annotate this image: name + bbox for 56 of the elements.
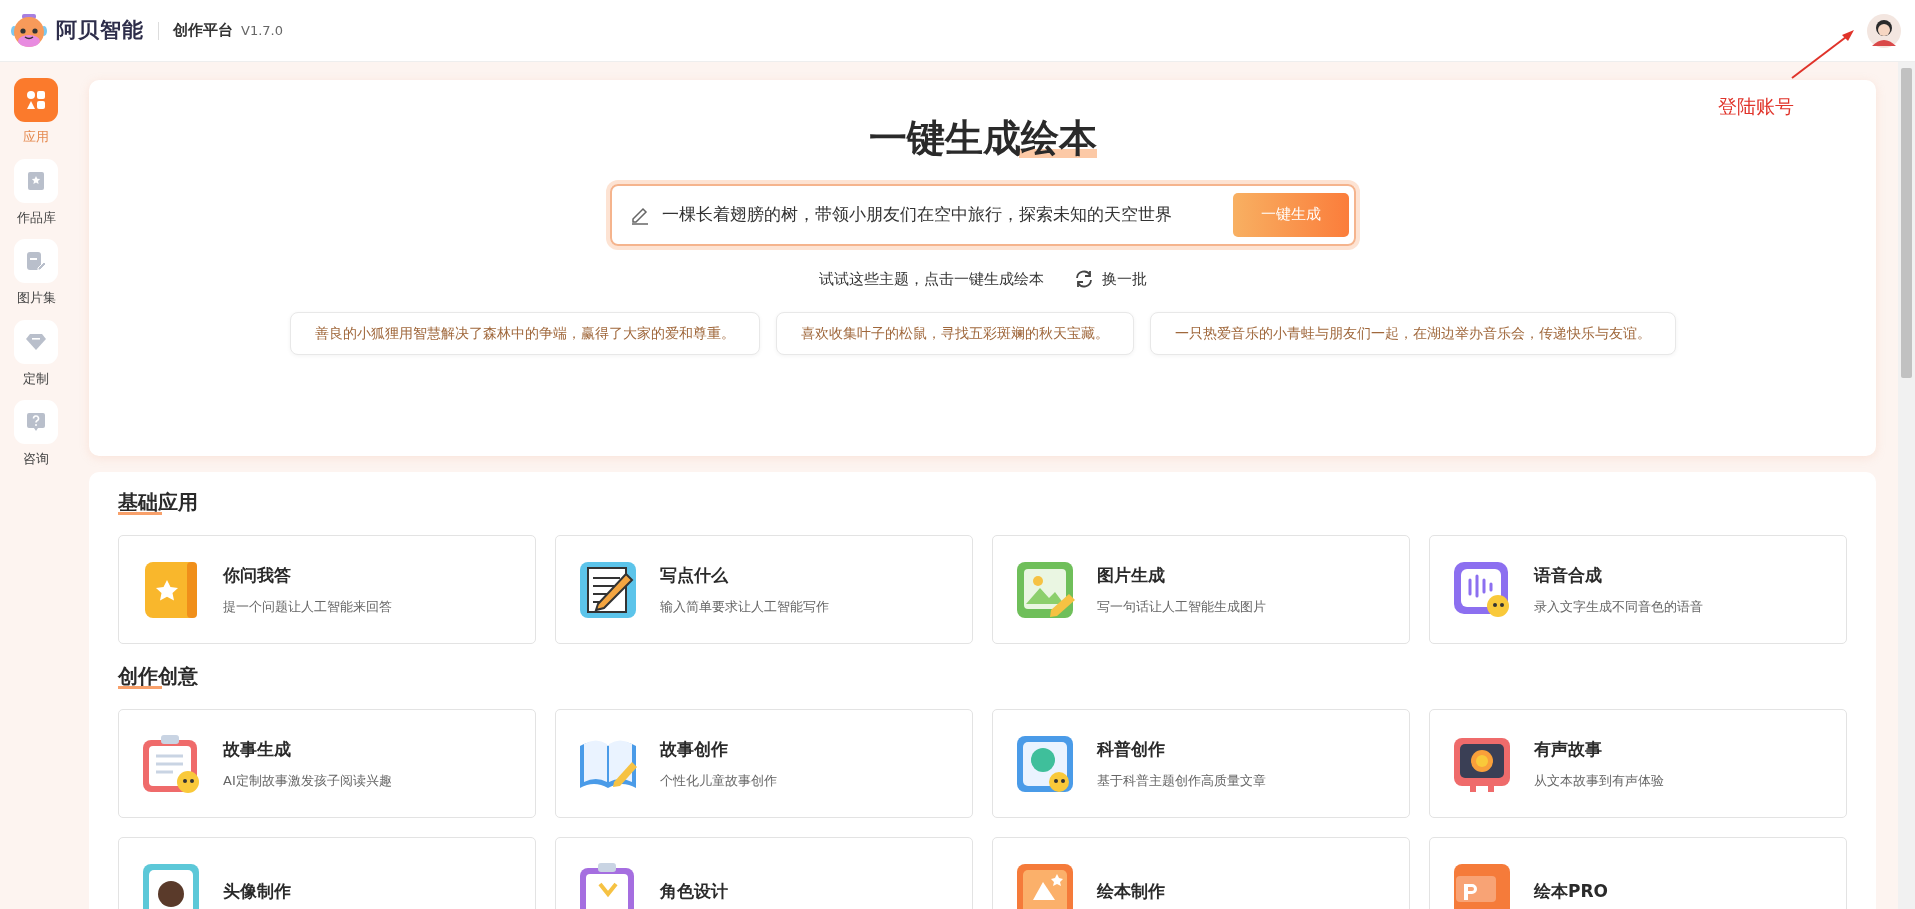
app-title: 语音合成 [1534,564,1603,587]
app-title: 故事创作 [660,738,729,761]
refresh-icon [1073,268,1094,289]
app-card[interactable]: 科普创作 基于科普主题创作高质量文章 [992,709,1410,818]
sidebar-item[interactable]: 作品库 [0,158,72,227]
app-title: 故事生成 [223,738,292,761]
app-description: 写一句话让人工智能生成图片 [1097,597,1266,616]
app-title: 科普创作 [1097,738,1166,761]
annotation-text: 登陆账号 [1718,94,1794,119]
avatar-icon[interactable] [1867,13,1901,48]
topic-suggestion[interactable]: 喜欢收集叶子的松鼠，寻找五彩斑斓的秋天宝藏。 [775,312,1134,356]
question-bubble-icon [26,412,46,432]
app-description: 基于科普主题创作高质量文章 [1097,771,1266,790]
app-card[interactable]: 绘本制作 [992,837,1410,909]
sidebar-item[interactable]: 图片集 [0,239,72,308]
app-title: 绘本制作 [1097,879,1165,903]
app-title: 角色设计 [660,879,728,903]
robot-mascot-icon [10,12,48,49]
section-heading: 基础应用 [118,490,198,515]
brand-name: 阿贝智能 [56,16,144,44]
sidebar-item[interactable]: 定制 [0,319,72,388]
diamond-icon [25,332,47,351]
app-card[interactable]: 绘本PRO [1429,837,1847,909]
app-card[interactable]: 故事生成 AI定制故事激发孩子阅读兴趣 [118,709,536,818]
annotation-arrow [1790,28,1856,80]
app-title: 你问我答 [223,564,292,587]
app-description: 提一个问题让人工智能来回答 [223,597,392,616]
app-card[interactable]: 头像制作 [118,837,536,909]
scrollbar[interactable] [1898,62,1915,909]
app-description: 个性化儿童故事创作 [660,771,777,790]
app-title: 图片生成 [1097,564,1166,587]
app-card[interactable]: 故事创作 个性化儿童故事创作 [555,709,973,818]
app-card[interactable]: 角色设计 [555,837,973,909]
hint-text: 试试这些主题，点击一键生成绘本 [818,268,1044,290]
app-description: 输入简单要求让人工智能写作 [660,597,829,616]
app-title: 头像制作 [223,879,291,903]
app-description: AI定制故事激发孩子阅读兴趣 [223,771,392,790]
note-pencil-icon [26,251,46,271]
product-name: 创作平台 [173,20,233,42]
app-card[interactable]: 写点什么 输入简单要求让人工智能写作 [555,535,973,644]
refresh-button[interactable]: 换一批 [1073,267,1147,291]
app-title: 有声故事 [1534,738,1603,761]
version-label: V1.7.0 [241,21,283,40]
app-title: 写点什么 [660,564,729,587]
app-description: 录入文字生成不同音色的语音 [1534,597,1703,616]
sidebar-item[interactable]: 咨询 [0,400,72,469]
app-card[interactable]: 图片生成 写一句话让人工智能生成图片 [992,535,1410,644]
app-title: 绘本PRO [1534,879,1608,903]
section-heading: 创作创意 [118,664,198,689]
app-grid-icon [26,90,46,110]
topic-suggestion[interactable]: 一只热爱音乐的小青蛙与朋友们一起，在湖边举办音乐会，传递快乐与友谊。 [1149,312,1676,356]
app-card[interactable]: 有声故事 从文本故事到有声体验 [1429,709,1847,818]
app-card[interactable]: 你问我答 提一个问题让人工智能来回答 [118,535,536,644]
app-description: 从文本故事到有声体验 [1534,771,1664,790]
topic-suggestion[interactable]: 善良的小狐狸用智慧解决了森林中的争端，赢得了大家的爱和尊重。 [289,312,760,356]
app-card[interactable]: 语音合成 录入文字生成不同音色的语音 [1429,535,1847,644]
